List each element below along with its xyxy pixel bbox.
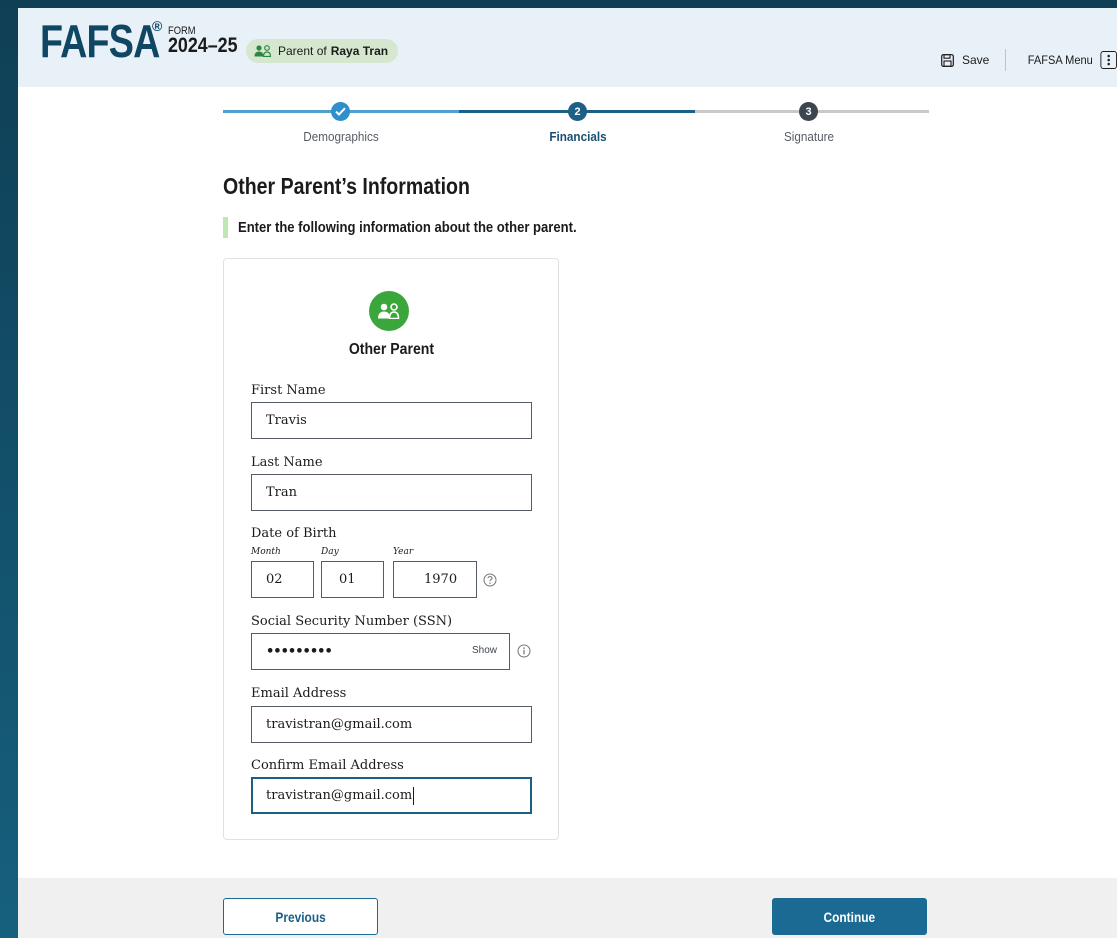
question-circle-icon[interactable] bbox=[483, 573, 497, 587]
header-actions: Save FAFSA Menu bbox=[941, 48, 1117, 72]
ssn-label: Social Security Number (SSN) bbox=[251, 614, 453, 629]
first-name-field[interactable]: Travis bbox=[251, 402, 532, 439]
continue-label: Continue bbox=[823, 908, 876, 925]
dob-day-input[interactable]: 01 bbox=[321, 561, 384, 598]
last-name-label: Last Name bbox=[251, 455, 323, 470]
intro-text: Enter the following information about th… bbox=[238, 219, 577, 236]
footer-bar: Previous Continue bbox=[18, 878, 1117, 938]
role-name: Raya Tran bbox=[330, 44, 389, 58]
first-name-label: First Name bbox=[251, 383, 326, 398]
ssn-masked-value: ••••••••• bbox=[266, 644, 333, 659]
previous-button[interactable]: Previous bbox=[223, 898, 378, 935]
confirm-email-field[interactable]: travistran@gmail.com bbox=[251, 777, 532, 814]
confirm-email-label: Confirm Email Address bbox=[251, 758, 404, 773]
parents-icon bbox=[254, 45, 272, 57]
dob-year-value: 1970 bbox=[424, 572, 458, 587]
dob-month-label: Month bbox=[251, 547, 281, 557]
email-field[interactable]: travistran@gmail.com bbox=[251, 706, 532, 743]
step-signature-label: Signature bbox=[783, 129, 835, 144]
step-signature-number: 3 bbox=[799, 102, 818, 121]
email-value: travistran@gmail.com bbox=[266, 717, 413, 732]
logo-word: FAFSA bbox=[40, 15, 160, 67]
dob-day-label: Day bbox=[321, 547, 339, 557]
fafsa-menu-button[interactable]: FAFSA Menu bbox=[1028, 51, 1117, 69]
email-label: Email Address bbox=[251, 686, 347, 701]
menu-label: FAFSA Menu bbox=[1028, 53, 1094, 67]
card-title-text: Other Parent bbox=[348, 341, 434, 358]
header: FAFSA ® FORM 2024–25 Parent of Raya Tran bbox=[18, 8, 1117, 87]
intro-callout: Enter the following information about th… bbox=[223, 217, 627, 238]
progress-stepper: Demographics 2 Financials 3 Signature bbox=[223, 99, 929, 159]
dob-label: Date of Birth bbox=[251, 526, 337, 541]
app-frame: FAFSA ® FORM 2024–25 Parent of Raya Tran bbox=[18, 8, 1117, 938]
save-icon bbox=[941, 53, 954, 67]
confirm-email-value: travistran@gmail.com bbox=[266, 788, 413, 803]
step-financials-number: 2 bbox=[568, 102, 587, 121]
info-circle-icon[interactable] bbox=[517, 644, 531, 658]
text-caret bbox=[413, 786, 415, 805]
save-label: Save bbox=[961, 53, 990, 67]
last-name-value: Tran bbox=[266, 485, 298, 500]
role-badge: Parent of Raya Tran bbox=[246, 39, 399, 63]
page-title: Other Parent’s Information bbox=[223, 173, 470, 199]
previous-label: Previous bbox=[275, 908, 326, 925]
ssn-field[interactable]: ••••••••• Show bbox=[251, 633, 510, 670]
form-year: 2024–25 bbox=[168, 34, 238, 57]
dob-day-value: 01 bbox=[339, 572, 356, 587]
dob-month-value: 02 bbox=[266, 572, 283, 587]
card-title: Other Parent bbox=[224, 341, 558, 359]
check-icon bbox=[331, 102, 350, 121]
dob-year-input[interactable]: 1970 bbox=[393, 561, 477, 598]
other-parent-icon bbox=[369, 291, 409, 331]
dob-month-input[interactable]: 02 bbox=[251, 561, 314, 598]
intro-accent-bar bbox=[223, 217, 228, 238]
dob-year-label: Year bbox=[393, 547, 414, 557]
save-button[interactable]: Save bbox=[941, 53, 989, 67]
step-financials-label: Financials bbox=[549, 129, 607, 144]
step-demographics-label: Demographics bbox=[303, 129, 379, 144]
role-prefix: Parent of bbox=[278, 44, 327, 58]
continue-button[interactable]: Continue bbox=[772, 898, 927, 935]
kebab-menu-icon bbox=[1100, 51, 1117, 69]
other-parent-card: Other Parent First Name Travis Last Name… bbox=[223, 258, 559, 840]
first-name-value: Travis bbox=[266, 413, 307, 428]
last-name-field[interactable]: Tran bbox=[251, 474, 532, 511]
logo-registered-mark: ® bbox=[152, 18, 163, 34]
ssn-show-toggle[interactable]: Show bbox=[472, 645, 497, 656]
header-divider bbox=[1005, 49, 1007, 71]
